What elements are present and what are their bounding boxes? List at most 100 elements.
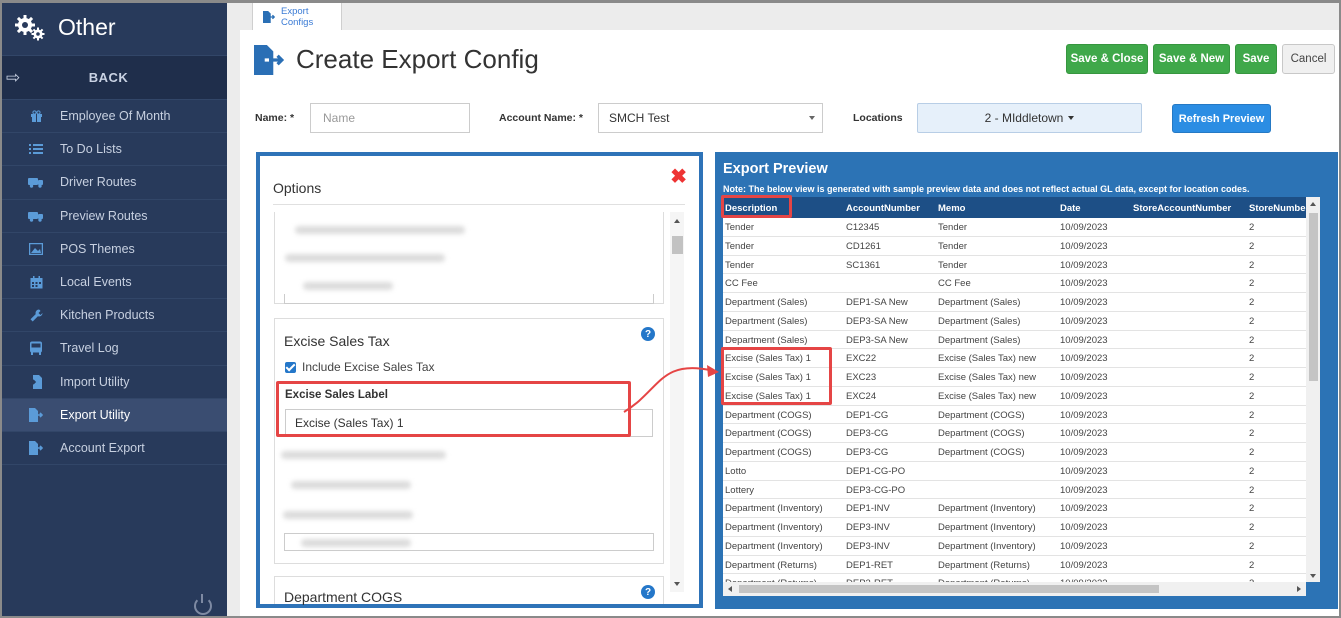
table-row[interactable]: Department (Inventory) DEP3-INV Department… xyxy=(723,536,1306,556)
gift-icon xyxy=(28,108,44,124)
table-cell: 2 xyxy=(1249,447,1255,458)
scroll-thumb[interactable] xyxy=(1309,213,1318,381)
sidebar-item-import-utility[interactable]: Import Utility xyxy=(0,365,227,399)
table-row[interactable]: Lottery DEP3-CG-PO 10/09/2023 2 xyxy=(723,480,1306,500)
table-cell: 10/09/2023 xyxy=(1060,428,1108,440)
table-cell: 10/09/2023 xyxy=(1060,222,1108,233)
table-cell: 2 xyxy=(1249,353,1255,365)
table-cell: 10/09/2023 xyxy=(1060,334,1108,346)
scroll-thumb[interactable] xyxy=(739,585,1159,593)
table-row[interactable]: Department (Inventory) DEP3-INV Department… xyxy=(723,518,1306,537)
page-title: Create Export Config xyxy=(254,44,539,75)
table-row[interactable]: Department (COGS) DEP3-CG Department (COGS… xyxy=(723,424,1306,443)
sidebar-item-account-export[interactable]: Account Export xyxy=(0,431,227,466)
options-title: Options xyxy=(273,180,322,196)
table-row[interactable]: Tender SC1361 Tender 10/09/2023 2 xyxy=(723,255,1306,275)
account-name-value: SMCH Test xyxy=(609,111,670,125)
sidebar-item-to-do-lists[interactable]: To Do Lists xyxy=(0,133,227,167)
sidebar-header: Other xyxy=(0,0,227,55)
table-cell: Department (COGS) xyxy=(725,447,812,458)
sidebar-item-label: Local Events xyxy=(60,275,132,290)
column-header[interactable]: StoreAccountNumber xyxy=(1133,203,1231,214)
sidebar-item-label: Account Export xyxy=(60,440,145,455)
sidebar-item-preview-routes[interactable]: Preview Routes xyxy=(0,199,227,233)
table-cell: DEP3-CG xyxy=(846,428,889,440)
sidebar-item-employee-of-month[interactable]: Employee Of Month xyxy=(0,100,227,134)
table-row[interactable]: Department (COGS) DEP1-CG Department (COGS… xyxy=(723,405,1306,425)
export-file-icon xyxy=(28,440,44,456)
sidebar-item-local-events[interactable]: Local Events xyxy=(0,265,227,300)
table-cell: 10/09/2023 xyxy=(1060,297,1108,308)
table-cell: 2 xyxy=(1249,315,1255,327)
options-scrollbar[interactable] xyxy=(670,212,684,592)
table-cell: Excise (Sales Tax) new xyxy=(938,390,1037,402)
table-row[interactable]: Excise (Sales Tax) 1 EXC23 Excise (Sales T… xyxy=(723,368,1306,387)
include-excise-checkbox[interactable] xyxy=(285,362,296,373)
table-cell: Tender xyxy=(938,259,968,271)
save-new-button[interactable]: Save & New xyxy=(1153,44,1230,74)
sidebar-item-pos-themes[interactable]: POS Themes xyxy=(0,232,227,266)
table-row[interactable]: CC Fee CC Fee 10/09/2023 2 xyxy=(723,274,1306,293)
save-button[interactable]: Save xyxy=(1235,44,1277,74)
table-row[interactable]: Department (Returns) DEP1-RET Department (… xyxy=(723,555,1306,575)
table-row[interactable]: Department (Sales) DEP3-SA New Department … xyxy=(723,311,1306,331)
table-cell: Department (Inventory) xyxy=(725,503,823,515)
scroll-right-icon[interactable] xyxy=(1297,586,1301,592)
scroll-up-icon[interactable] xyxy=(674,219,680,223)
table-cell: 10/09/2023 xyxy=(1060,372,1108,383)
sidebar-item-travel-log[interactable]: Travel Log xyxy=(0,332,227,366)
locations-dropdown[interactable]: 2 - MIddletown xyxy=(917,103,1142,133)
export-file-icon xyxy=(28,407,44,423)
table-cell: C12345 xyxy=(846,222,880,233)
blurred-text xyxy=(281,451,446,459)
preview-vertical-scrollbar[interactable] xyxy=(1306,197,1320,582)
sidebar-item-export-utility[interactable]: Export Utility xyxy=(0,398,227,432)
save-close-button[interactable]: Save & Close xyxy=(1066,44,1148,74)
table-row[interactable]: Department (Returns)DEP3-RETDepartment (… xyxy=(723,574,1306,582)
close-icon[interactable]: ✖ xyxy=(670,164,687,189)
blurred-text xyxy=(285,254,445,262)
cancel-button[interactable]: Cancel xyxy=(1282,44,1335,74)
table-row[interactable]: Tender C12345 Tender 10/09/2023 2 xyxy=(723,218,1306,237)
excise-sales-tax-card: Excise Sales Tax ? Include Excise Sales … xyxy=(274,318,664,564)
table-row[interactable]: Excise (Sales Tax) 1 EXC22 Excise (Sales T… xyxy=(723,349,1306,368)
excise-sales-label-input[interactable]: Excise (Sales Tax) 1 xyxy=(285,409,653,437)
table-row[interactable]: Lotto DEP1-CG-PO 10/09/2023 2 xyxy=(723,461,1306,481)
help-icon[interactable]: ? xyxy=(641,585,655,599)
preview-horizontal-scrollbar[interactable] xyxy=(723,582,1306,596)
column-header[interactable]: AccountNumber xyxy=(846,203,920,214)
tab-export-configs[interactable]: Export Configs xyxy=(252,2,342,30)
sidebar-item-kitchen-products[interactable]: Kitchen Products xyxy=(0,299,227,333)
sidebar-item-driver-routes[interactable]: Driver Routes xyxy=(0,166,227,200)
name-input[interactable]: Name xyxy=(310,103,470,133)
scroll-left-icon[interactable] xyxy=(728,586,732,592)
table-row[interactable]: Tender CD1261 Tender 10/09/2023 2 xyxy=(723,236,1306,256)
account-name-select[interactable]: SMCH Test xyxy=(598,103,823,133)
preview-table-header: Description AccountNumber Memo Date StoreAcc… xyxy=(723,197,1306,218)
refresh-preview-button[interactable]: Refresh Preview xyxy=(1172,104,1271,133)
scroll-down-icon[interactable] xyxy=(674,582,680,586)
table-cell: 10/09/2023 xyxy=(1060,390,1108,402)
table-cell: Department (Inventory) xyxy=(938,503,1036,515)
column-header[interactable]: Description xyxy=(725,203,777,214)
back-button[interactable]: ⇨ BACK xyxy=(0,55,227,100)
column-header[interactable]: Date xyxy=(1060,203,1081,214)
page-title-text: Create Export Config xyxy=(296,44,539,74)
column-header[interactable]: StoreNumbe xyxy=(1249,203,1305,214)
table-row[interactable]: Department (Sales) DEP3-SA New Department … xyxy=(723,330,1306,350)
table-row[interactable]: Department (Sales) DEP1-SA New Department … xyxy=(723,293,1306,312)
table-row[interactable]: Department (COGS) DEP3-CG Department (COGS… xyxy=(723,443,1306,462)
table-row[interactable]: Department (Inventory) DEP1-INV Department… xyxy=(723,499,1306,518)
table-cell: Excise (Sales Tax) new xyxy=(938,353,1037,365)
table-row[interactable]: Excise (Sales Tax) 1 EXC24 Excise (Sales T… xyxy=(723,386,1306,406)
scroll-down-icon[interactable] xyxy=(1310,574,1316,578)
column-header[interactable]: Memo xyxy=(938,203,965,214)
power-icon[interactable] xyxy=(194,594,212,615)
caret-down-icon xyxy=(1068,116,1075,120)
note-bold: Note: xyxy=(723,184,746,194)
help-icon[interactable]: ? xyxy=(641,327,655,341)
table-cell: Department (Inventory) xyxy=(938,522,1036,533)
scroll-up-icon[interactable] xyxy=(1310,202,1316,206)
table-cell: 10/09/2023 xyxy=(1060,465,1108,477)
scroll-thumb[interactable] xyxy=(672,236,683,254)
